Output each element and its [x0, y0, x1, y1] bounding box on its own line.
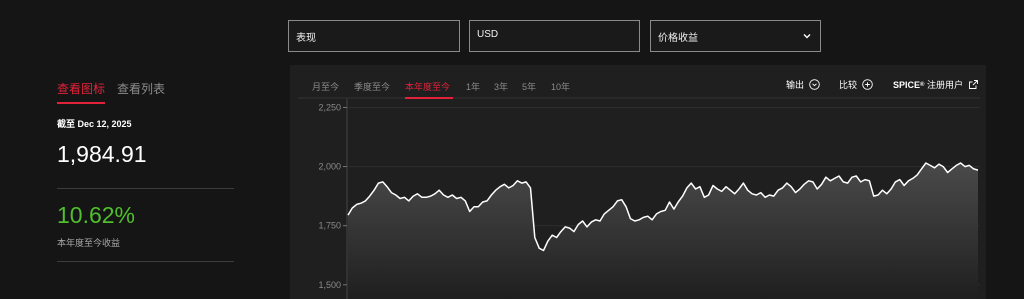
period-1y[interactable]: 1年 [466, 80, 480, 93]
divider [57, 261, 234, 262]
index-value: 1,984.91 [57, 141, 147, 167]
compare-button[interactable]: 比较 [839, 78, 873, 91]
period-mtd[interactable]: 月至今 [312, 80, 339, 93]
active-period-underline [405, 97, 453, 99]
performance-chart: 2,250 2,000 1,750 1,500 [298, 97, 980, 299]
y-tick-label: 1,750 [318, 221, 341, 231]
currency-select[interactable]: USD [469, 20, 640, 52]
spice-label: SPICE [893, 79, 921, 90]
y-tick-label: 2,000 [318, 162, 341, 172]
compare-label: 比较 [839, 80, 858, 90]
y-tick-label: 2,250 [318, 102, 341, 112]
y-tick-label: 1,500 [318, 280, 341, 290]
circle-chevron-down-icon [809, 79, 820, 90]
return-percent: 10.62% [57, 202, 136, 228]
divider [57, 188, 234, 189]
as-of-date: 截至 Dec 12, 2025 [57, 119, 132, 129]
spice-register-link[interactable]: SPICE ® 注册用户 [893, 78, 979, 91]
tab-view-list[interactable]: 查看列表 [117, 80, 165, 102]
currency-select-value: USD [477, 29, 499, 40]
registered-mark: ® [920, 81, 925, 88]
period-10y[interactable]: 10年 [551, 80, 570, 93]
chevron-down-icon [803, 34, 811, 39]
period-3y[interactable]: 3年 [494, 80, 508, 93]
export-button[interactable]: 输出 [786, 78, 820, 91]
period-ytd[interactable]: 本年度至今 [405, 80, 450, 93]
return-type-select[interactable]: 价格收益 [650, 20, 821, 52]
register-label: 注册用户 [926, 80, 963, 90]
return-type-select-value: 价格收益 [658, 33, 698, 44]
circle-plus-icon [862, 79, 873, 90]
export-label: 输出 [786, 80, 805, 90]
tab-view-chart[interactable]: 查看图标 [57, 80, 106, 104]
type-select-value: 表现 [296, 33, 316, 44]
type-select[interactable]: 表现 [288, 20, 460, 52]
chart-area-fill [348, 163, 978, 299]
chart-panel: 2,250 2,000 1,750 1,500 月至今 季度至今 本年度至今 1年 3… [290, 65, 986, 299]
period-5y[interactable]: 5年 [522, 80, 536, 93]
external-link-icon [969, 80, 978, 89]
period-qtd[interactable]: 季度至今 [354, 80, 390, 93]
return-label: 本年度至今收益 [57, 238, 121, 248]
